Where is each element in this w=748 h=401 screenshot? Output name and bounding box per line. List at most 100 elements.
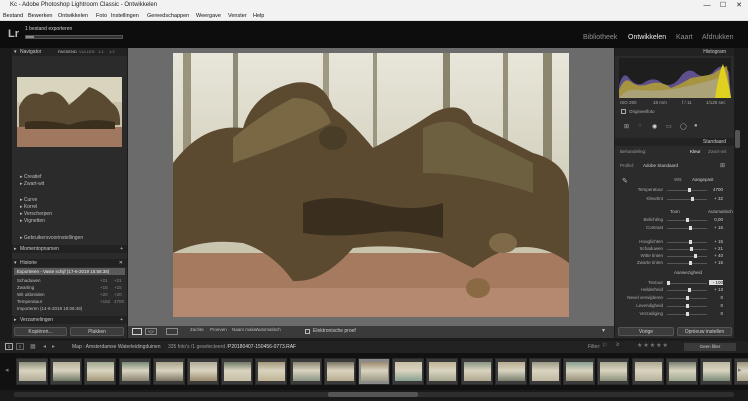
spot-removal-icon[interactable]: ◌ — [638, 123, 642, 129]
menu-foto[interactable]: Foto — [96, 13, 107, 19]
module-ontwikkelen[interactable]: Ontwikkelen — [628, 34, 666, 41]
add-snapshot-icon[interactable]: + — [120, 245, 123, 253]
filmstrip-thumbnail[interactable] — [255, 358, 288, 385]
slider-knob[interactable] — [689, 247, 693, 251]
page-1-button[interactable]: 1 — [5, 343, 13, 350]
original-photo-checkbox[interactable] — [621, 109, 626, 114]
slider-knob[interactable] — [687, 188, 691, 192]
slider-value[interactable]: 0 — [709, 303, 723, 308]
histogram-graph[interactable] — [619, 58, 731, 98]
treatment-bw[interactable]: Zwart-wit — [708, 149, 726, 154]
filmstrip-thumbnail[interactable] — [426, 358, 459, 385]
menu-gereedschappen[interactable]: Gereedschappen — [147, 13, 189, 19]
clear-history-icon[interactable]: ✕ — [119, 259, 123, 267]
module-kaart[interactable]: Kaart — [676, 34, 693, 41]
toolbar-label-naam-maken[interactable]: Naam maken — [232, 327, 259, 332]
preset-group-curve[interactable]: ▸ Curve — [20, 197, 37, 203]
star-filter-icon[interactable]: ★★★★★ — [637, 342, 669, 349]
filmstrip-thumbnail[interactable] — [187, 358, 219, 385]
preset-group-user[interactable]: ▸ Gebruikersvoorinstellingen — [20, 235, 83, 241]
slider-knob[interactable] — [689, 226, 693, 230]
preset-group-vignetten[interactable]: ▸ Vignetten — [20, 218, 45, 224]
scrollbar-thumb[interactable] — [328, 392, 418, 397]
module-bibliotheek[interactable]: Bibliotheek — [583, 34, 617, 41]
history-item[interactable]: Wit uitbreiden +20 +20 — [14, 291, 125, 298]
filmstrip-thumbnail[interactable] — [460, 358, 493, 385]
red-eye-icon[interactable]: ◉ — [652, 123, 657, 130]
filmstrip-thumbnail[interactable] — [118, 358, 151, 385]
preset-group-verscherpen[interactable]: ▸ Verscherpen — [20, 211, 52, 217]
flag-filter-icon[interactable]: ⚐ — [602, 342, 607, 349]
filmstrip-thumbnail[interactable] — [289, 358, 322, 385]
slider-knob[interactable] — [688, 261, 692, 265]
toolbar-label-automatisch[interactable]: Automatisch — [256, 327, 281, 332]
profile-browser-icon[interactable]: ⊞ — [720, 162, 725, 169]
filmstrip-thumbnail[interactable] — [700, 358, 732, 385]
filmstrip-thumbnail[interactable] — [152, 358, 185, 385]
zoom-1-2[interactable]: 1:2 — [109, 48, 115, 56]
navigator-preview[interactable] — [17, 77, 122, 147]
filmstrip-thumbnail[interactable] — [597, 358, 630, 385]
grid-view-icon[interactable]: ▦ — [30, 343, 36, 350]
collections-header[interactable]: ▸ Verzamelingen + — [12, 316, 127, 324]
paste-settings-button[interactable]: Plakken — [70, 327, 124, 336]
filmstrip-thumbnail[interactable] — [323, 358, 356, 385]
module-afdrukken[interactable]: Afdrukken — [702, 34, 734, 41]
filmstrip-thumbnail[interactable] — [563, 358, 596, 385]
filmstrip-scroll-left-icon[interactable]: ◂ — [5, 366, 9, 374]
history-header[interactable]: ▾ Historie ✕ — [12, 259, 127, 267]
snapshots-header[interactable]: ▸ Momentopnamen + — [12, 245, 127, 253]
copy-settings-button[interactable]: Kopiëren... — [14, 327, 67, 336]
history-item[interactable]: Temperatuur +162 4700 — [14, 298, 125, 305]
slider-value[interactable]: + 32 — [709, 196, 723, 201]
slider-track[interactable] — [667, 290, 707, 291]
toolbar-menu-icon[interactable]: ▾ — [602, 327, 605, 334]
preset-group-zwart-wit[interactable]: ▸ Zwart-wit — [20, 181, 44, 187]
menu-weergave[interactable]: Weergave — [196, 13, 221, 19]
menu-venster[interactable]: Venster — [228, 13, 247, 19]
slider-value[interactable]: 0,00 — [709, 217, 723, 222]
forward-arrow-icon[interactable]: ▸ — [52, 343, 55, 350]
softproof-checkbox[interactable] — [305, 329, 310, 334]
page-2-button[interactable]: 2 — [16, 343, 24, 350]
slider-track[interactable] — [667, 242, 707, 243]
profile-header[interactable]: Standaard — [615, 138, 734, 146]
zoom-fit[interactable]: PASSEND — [58, 48, 77, 56]
slider-track[interactable] — [667, 263, 707, 264]
filmstrip-thumbnail[interactable] — [665, 358, 698, 385]
slider-value[interactable]: + 21 — [709, 246, 723, 251]
slider-track[interactable] — [667, 199, 707, 200]
history-item[interactable]: Importeren (14-6-2019 19:06:49) — [14, 305, 125, 312]
history-item[interactable]: Schaduwen +21 +21 — [14, 277, 125, 284]
wb-eyedropper-icon[interactable]: ✎ — [622, 177, 628, 185]
filmstrip-thumbnail[interactable] — [494, 358, 527, 385]
back-arrow-icon[interactable]: ◂ — [43, 343, 46, 350]
crop-tool-icon[interactable]: ⊞ — [624, 123, 629, 130]
slider-value[interactable]: 0 — [709, 311, 723, 316]
filmstrip-scroll-right-icon[interactable]: ▸ — [738, 366, 742, 374]
slider-value[interactable]: + 15 — [709, 239, 723, 244]
previous-button[interactable]: Vorige — [618, 327, 674, 336]
filmstrip-thumbnail[interactable] — [221, 358, 254, 385]
menu-help[interactable]: Help — [253, 13, 264, 19]
add-collection-icon[interactable]: + — [120, 316, 123, 324]
reset-button[interactable]: Opnieuw instellen — [677, 327, 732, 336]
slider-knob[interactable] — [686, 304, 689, 308]
history-item[interactable]: Zwarting +15 +15 — [14, 284, 125, 291]
slider-knob[interactable] — [688, 288, 692, 292]
histogram-header[interactable]: Histogram — [615, 48, 734, 56]
slider-value[interactable]: - 100 — [709, 280, 723, 285]
close-button[interactable]: ✕ — [732, 1, 746, 10]
slider-knob[interactable] — [688, 240, 692, 244]
tone-auto-button[interactable]: Automatisch — [708, 209, 733, 214]
slider-value[interactable]: + 15 — [709, 260, 723, 265]
maximize-button[interactable]: ☐ — [716, 1, 730, 10]
preset-group-korrel[interactable]: ▸ Korrel — [20, 204, 37, 210]
navigator-header[interactable]: ▾ Navigator PASSEND VULLEN 1:1 1:2 — [12, 48, 127, 56]
filmstrip-thumbnail[interactable] — [392, 358, 425, 385]
slider-track[interactable] — [667, 256, 707, 257]
slider-knob[interactable] — [690, 197, 694, 201]
toolbar-label-zachte[interactable]: Zachte — [190, 327, 204, 332]
filmstrip-scrollbar[interactable] — [0, 390, 748, 401]
preset-group-creatief[interactable]: ▸ Creatief — [20, 174, 41, 180]
